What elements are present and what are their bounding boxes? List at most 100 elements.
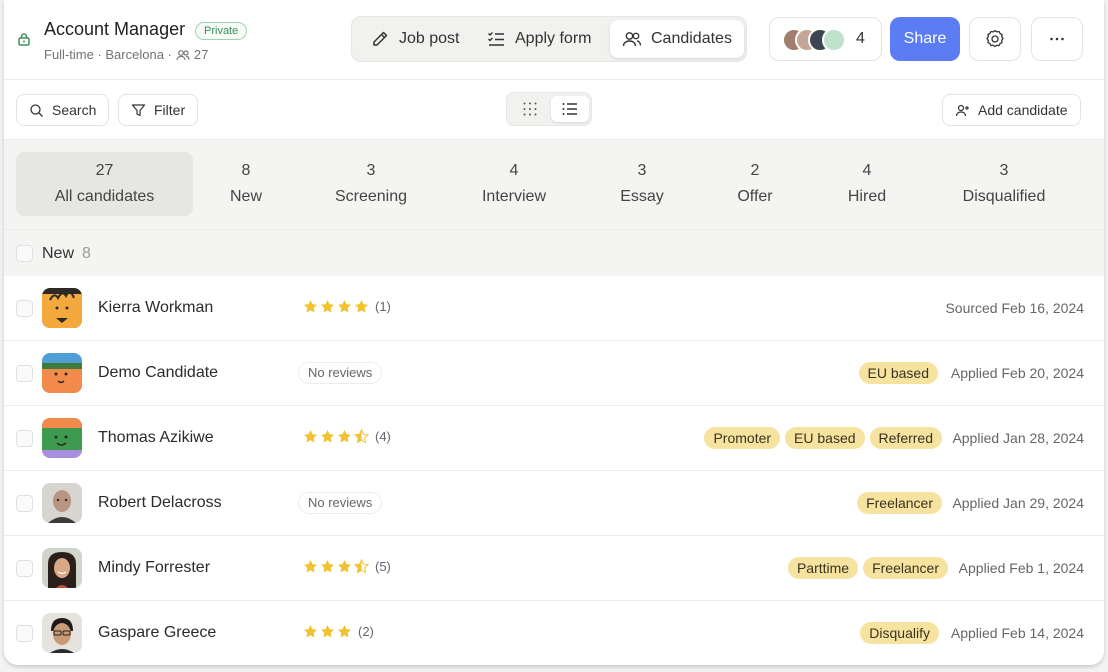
avatar xyxy=(822,28,846,52)
stage-label: Screening xyxy=(334,188,408,205)
table-row[interactable]: Mindy Forrester (5) Parttime Freelancer … xyxy=(4,536,1104,601)
more-button[interactable] xyxy=(1031,17,1083,61)
row-checkbox[interactable] xyxy=(16,365,33,382)
stage-count: 3 xyxy=(366,162,376,179)
collaborators-button[interactable]: 4 xyxy=(769,17,882,61)
stage-essay[interactable]: 3 Essay xyxy=(602,152,682,216)
stage-label: New xyxy=(229,188,262,205)
candidate-name: Demo Candidate xyxy=(98,364,219,381)
tab-label: Candidates xyxy=(651,30,732,47)
star-icon xyxy=(321,430,334,443)
tag: EU based xyxy=(858,362,938,384)
pencil-icon xyxy=(373,31,388,46)
tag: Parttime xyxy=(787,557,859,579)
star-icon xyxy=(321,625,334,638)
gear-icon xyxy=(986,29,1004,48)
job-meta-text: Full-time · Barcelona · xyxy=(44,47,172,62)
stage-label: Disqualified xyxy=(962,188,1046,205)
add-user-icon xyxy=(955,104,969,116)
users-icon xyxy=(622,32,642,47)
members-count: 27 xyxy=(193,47,209,62)
tag-list: Parttime Freelancer xyxy=(787,557,948,579)
table-row[interactable]: Demo Candidate No reviews EU based Appli… xyxy=(4,341,1104,406)
candidate-name: Mindy Forrester xyxy=(98,559,211,576)
grid-view-button[interactable] xyxy=(511,96,549,122)
star-icon xyxy=(355,300,368,313)
stage-count: 4 xyxy=(509,162,519,179)
stage-count: 3 xyxy=(999,162,1009,179)
candidate-date: Applied Jan 28, 2024 xyxy=(952,430,1084,446)
star-icon xyxy=(321,300,334,313)
tab-job-post[interactable]: Job post xyxy=(358,20,471,58)
settings-button[interactable] xyxy=(969,17,1021,61)
tab-apply-form[interactable]: Apply form xyxy=(474,20,603,58)
star-icon xyxy=(304,300,317,313)
stage-label: Offer xyxy=(737,188,773,205)
candidate-name: Gaspare Greece xyxy=(98,624,217,641)
avatar xyxy=(42,353,82,393)
row-checkbox[interactable] xyxy=(16,300,33,317)
share-button[interactable]: Share xyxy=(890,17,960,61)
stage-new[interactable]: 8 New xyxy=(206,152,286,216)
grid-icon xyxy=(523,102,537,116)
add-candidate-label: Add candidate xyxy=(978,102,1068,118)
star-icon xyxy=(321,560,334,573)
filter-label: Filter xyxy=(154,102,186,118)
lock-icon xyxy=(18,33,30,46)
table-row[interactable]: Gaspare Greece (2) Disqualify Applied Fe… xyxy=(4,601,1104,665)
checklist-icon xyxy=(488,32,504,46)
row-checkbox[interactable] xyxy=(16,625,33,642)
star-rating: (2) xyxy=(303,624,374,639)
no-reviews-badge: No reviews xyxy=(298,492,383,514)
row-checkbox[interactable] xyxy=(16,560,33,577)
stage-count: 27 xyxy=(95,162,114,179)
list-view-button[interactable] xyxy=(551,96,589,122)
table-row[interactable]: Thomas Azikiwe (4) Promoter EU based Ref… xyxy=(4,406,1104,471)
tag-list: Freelancer xyxy=(857,492,942,514)
stage-screening[interactable]: 3 Screening xyxy=(321,152,421,216)
review-count: (4) xyxy=(375,429,391,444)
search-button[interactable]: Search xyxy=(16,94,110,126)
more-icon xyxy=(1050,37,1064,41)
pipeline-stages: 27 All candidates 8 New 3 Screening 4 In… xyxy=(4,140,1104,229)
stage-interview[interactable]: 4 Interview xyxy=(469,152,559,216)
table-row[interactable]: Robert Delacross No reviews Freelancer A… xyxy=(4,471,1104,536)
table-row[interactable]: Kierra Workman (1) Sourced Feb 16, 2024 xyxy=(4,276,1104,341)
select-group-checkbox[interactable] xyxy=(16,245,33,262)
star-icon xyxy=(338,625,351,638)
tag: Disqualify xyxy=(860,622,939,644)
stage-disqualified[interactable]: 3 Disqualified xyxy=(944,152,1064,216)
tab-candidates[interactable]: Candidates xyxy=(610,20,744,58)
star-icon xyxy=(304,430,317,443)
candidate-date: Applied Jan 29, 2024 xyxy=(952,495,1084,511)
stage-count: 8 xyxy=(241,162,251,179)
view-toggle xyxy=(506,92,592,126)
tag: EU based xyxy=(785,427,865,449)
search-icon xyxy=(30,103,43,117)
star-icon xyxy=(338,300,351,313)
job-header: Account Manager Private Full-time · Barc… xyxy=(4,0,1104,80)
avatar xyxy=(42,483,82,523)
row-checkbox[interactable] xyxy=(16,495,33,512)
tag-list: Disqualify xyxy=(860,622,939,644)
group-header: New 8 xyxy=(4,229,1104,276)
star-rating: (4) xyxy=(303,429,391,444)
page-title: Account Manager xyxy=(44,19,186,39)
stage-all-candidates[interactable]: 27 All candidates xyxy=(16,152,193,216)
filter-button[interactable]: Filter xyxy=(118,94,199,126)
row-checkbox[interactable] xyxy=(16,430,33,447)
candidate-date: Applied Feb 1, 2024 xyxy=(958,560,1084,576)
candidate-name: Thomas Azikiwe xyxy=(98,429,214,446)
filter-icon xyxy=(131,103,146,116)
review-count: (5) xyxy=(375,559,391,574)
add-candidate-button[interactable]: Add candidate xyxy=(942,94,1081,126)
candidate-date: Sourced Feb 16, 2024 xyxy=(945,300,1084,316)
tag-list: EU based xyxy=(858,362,938,384)
star-icon xyxy=(338,560,351,573)
half-star-icon xyxy=(354,429,369,444)
search-label: Search xyxy=(52,102,97,118)
stage-count: 3 xyxy=(637,162,647,179)
stage-offer[interactable]: 2 Offer xyxy=(715,152,795,216)
no-reviews-badge: No reviews xyxy=(298,362,383,384)
stage-hired[interactable]: 4 Hired xyxy=(827,152,907,216)
